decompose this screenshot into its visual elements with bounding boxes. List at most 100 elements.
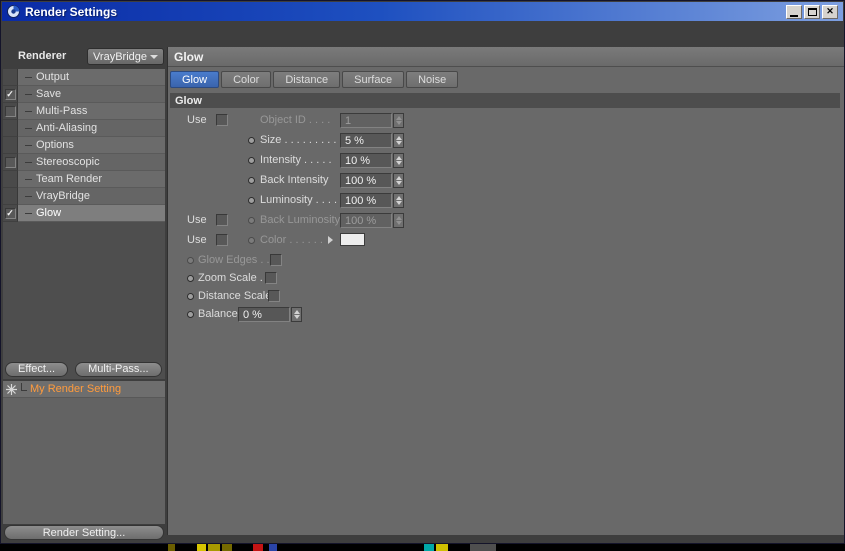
param-row-intensity: Intensity . . . . . 10 % xyxy=(168,151,844,171)
sidebar-item-stereoscopic[interactable]: Stereoscopic xyxy=(3,154,165,171)
size-input[interactable]: 5 % xyxy=(340,133,392,148)
sidebar-item-options[interactable]: Options xyxy=(3,137,165,154)
sidebar-item-vraybridge[interactable]: VrayBridge xyxy=(3,188,165,205)
enable-gutter xyxy=(3,120,18,137)
animation-dot-icon[interactable] xyxy=(248,157,255,164)
my-render-setting-label: My Render Setting xyxy=(30,383,122,395)
tree-connector xyxy=(25,93,32,95)
sidebar-item-team-render[interactable]: Team Render xyxy=(3,171,165,188)
back-intensity-label: Back Intensity xyxy=(260,174,329,186)
desktop-fragment xyxy=(253,544,263,551)
luminosity-stepper[interactable] xyxy=(393,193,404,208)
use-label: Use xyxy=(187,114,207,126)
tree-connector xyxy=(25,195,32,197)
tree-elbow-connector xyxy=(21,383,27,391)
effect-button[interactable]: Effect... xyxy=(5,361,69,377)
stepper-down-icon xyxy=(395,161,402,166)
sidebar-item-save[interactable]: ✓ Save xyxy=(3,86,165,103)
luminosity-input[interactable]: 100 % xyxy=(340,193,392,208)
enable-gutter xyxy=(3,69,18,86)
tab-color[interactable]: Color xyxy=(221,71,272,88)
enable-gutter: ✓ xyxy=(3,86,18,103)
multi-pass-button[interactable]: Multi-Pass... xyxy=(75,361,162,377)
titlebar[interactable]: Render Settings ✕ xyxy=(2,2,843,21)
stepper-up-icon xyxy=(395,215,402,220)
multi-pass-enable-checkbox[interactable] xyxy=(4,105,16,117)
sidebar-item-multi-pass[interactable]: Multi-Pass xyxy=(3,103,165,120)
sidebar-item-label: Team Render xyxy=(36,173,103,185)
checkmark-icon: ✓ xyxy=(6,88,14,99)
animation-dot-icon[interactable] xyxy=(248,197,255,204)
animation-dot-icon xyxy=(248,217,255,224)
tab-surface[interactable]: Surface xyxy=(342,71,405,88)
size-stepper[interactable] xyxy=(393,133,404,148)
use-label: Use xyxy=(187,234,207,246)
tree-connector xyxy=(25,161,32,163)
object-id-input[interactable]: 1 xyxy=(340,113,392,128)
animation-dot-icon[interactable] xyxy=(187,275,194,282)
sidebar-item-label: Multi-Pass xyxy=(36,105,88,117)
desktop-fragment xyxy=(470,544,496,551)
param-row-color: Use Color . . . . . . xyxy=(168,231,844,251)
animation-dot-icon[interactable] xyxy=(187,293,194,300)
animation-dot-icon[interactable] xyxy=(187,311,194,318)
color-swatch[interactable] xyxy=(340,233,365,246)
sidebar-item-label: Save xyxy=(36,88,62,100)
my-render-setting-item[interactable]: My Render Setting xyxy=(3,381,165,398)
animation-dot-icon[interactable] xyxy=(248,177,255,184)
render-setting-button[interactable]: Render Setting... xyxy=(4,525,164,540)
animation-dot-icon xyxy=(187,257,194,264)
distance-scale-checkbox[interactable] xyxy=(268,290,280,302)
sidebar-item-label: Glow xyxy=(36,207,62,219)
effects-button-row: Effect... Multi-Pass... xyxy=(3,359,165,379)
sidebar-item-label: Options xyxy=(36,139,74,151)
use-back-luminosity-checkbox[interactable] xyxy=(216,214,228,226)
back-luminosity-stepper[interactable] xyxy=(393,213,404,228)
back-intensity-stepper[interactable] xyxy=(393,173,404,188)
stepper-up-icon xyxy=(293,309,300,314)
minimize-button[interactable] xyxy=(786,4,802,19)
desktop-fragment xyxy=(269,544,277,551)
glow-enable-checkbox[interactable]: ✓ xyxy=(4,207,16,219)
tab-noise[interactable]: Noise xyxy=(406,71,459,88)
desktop-fragment xyxy=(222,544,232,551)
save-enable-checkbox[interactable]: ✓ xyxy=(4,88,16,100)
back-luminosity-input[interactable]: 100 % xyxy=(340,213,392,228)
section-header-glow: Glow xyxy=(170,93,840,108)
close-button[interactable]: ✕ xyxy=(822,4,838,19)
use-object-id-checkbox[interactable] xyxy=(216,114,228,126)
render-settings-list: My Render Setting xyxy=(3,381,165,525)
tab-distance[interactable]: Distance xyxy=(273,71,341,88)
zoom-scale-checkbox[interactable] xyxy=(265,272,277,284)
balance-input[interactable]: 0 % xyxy=(238,307,290,322)
tab-glow[interactable]: Glow xyxy=(170,71,220,88)
bottom-button-strip: Render Setting... xyxy=(3,524,165,541)
renderer-dropdown[interactable]: VrayBridge xyxy=(87,48,164,65)
enable-gutter xyxy=(3,171,18,188)
stepper-down-icon xyxy=(293,315,300,320)
param-row-back-intensity: Back Intensity 100 % xyxy=(168,171,844,191)
stepper-up-icon xyxy=(395,115,402,120)
use-color-checkbox[interactable] xyxy=(216,234,228,246)
sidebar-item-label: Stereoscopic xyxy=(36,156,100,168)
glow-edges-checkbox[interactable] xyxy=(270,254,282,266)
desktop-fragment xyxy=(168,544,175,551)
sidebar-item-anti-aliasing[interactable]: Anti-Aliasing xyxy=(3,120,165,137)
sidebar-item-output[interactable]: Output xyxy=(3,69,165,86)
tree-connector xyxy=(25,178,32,180)
intensity-stepper[interactable] xyxy=(393,153,404,168)
object-id-stepper[interactable] xyxy=(393,113,404,128)
stepper-down-icon xyxy=(395,181,402,186)
enable-gutter xyxy=(3,154,18,171)
intensity-input[interactable]: 10 % xyxy=(340,153,392,168)
panel-title: Glow xyxy=(168,47,844,67)
expand-arrow-icon[interactable] xyxy=(328,236,333,244)
balance-stepper[interactable] xyxy=(291,307,302,322)
stereoscopic-enable-checkbox[interactable] xyxy=(4,156,16,168)
animation-dot-icon[interactable] xyxy=(248,137,255,144)
sidebar-item-glow[interactable]: ✓ Glow xyxy=(3,205,165,222)
stepper-up-icon xyxy=(395,155,402,160)
back-intensity-input[interactable]: 100 % xyxy=(340,173,392,188)
maximize-button[interactable] xyxy=(804,4,820,19)
param-row-glow-edges: Glow Edges . . xyxy=(168,251,844,269)
